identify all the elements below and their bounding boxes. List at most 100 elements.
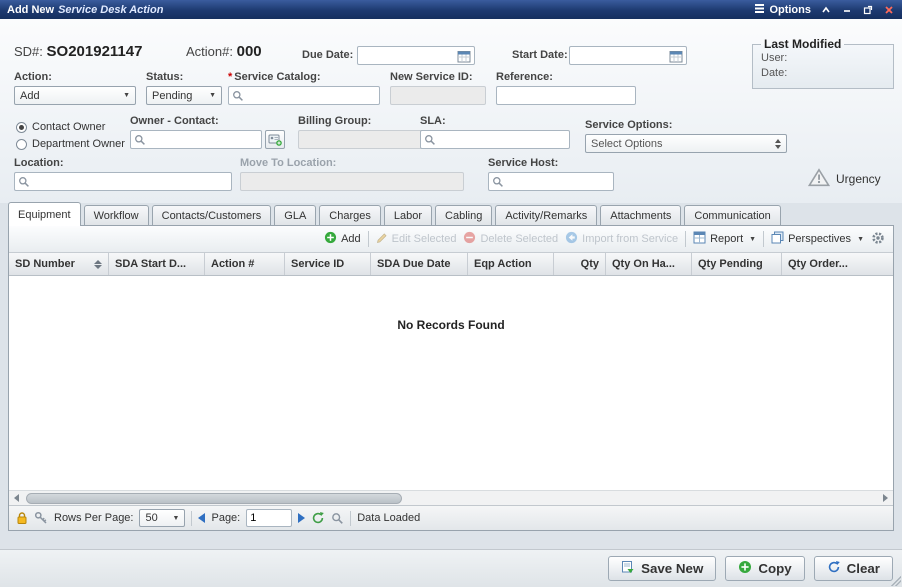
window-title: Service Desk Action <box>58 4 163 16</box>
service-catalog-input[interactable] <box>247 87 376 104</box>
column-label: Qty On Ha... <box>612 258 675 270</box>
key-icon[interactable] <box>34 511 48 525</box>
clear-icon <box>827 560 841 577</box>
add-button[interactable]: Add <box>324 231 361 247</box>
search-records-icon[interactable] <box>331 512 344 525</box>
scrollbar-thumb[interactable] <box>26 493 402 504</box>
sla-input[interactable] <box>439 131 566 148</box>
grid-toolbar: Add Edit Selected Delete Selected Import <box>9 226 893 253</box>
service-catalog-label: Service Catalog: <box>234 71 320 83</box>
rows-per-page-select[interactable]: 50 ▼ <box>139 509 185 527</box>
options-icon <box>754 3 765 17</box>
urgency-indicator[interactable]: Urgency <box>808 168 881 190</box>
pager-bar: Rows Per Page: 50 ▼ Page: Data Loaded <box>9 505 893 530</box>
column-label: Qty Pending <box>698 258 763 270</box>
tab-workflow[interactable]: Workflow <box>84 205 149 226</box>
calendar-icon[interactable] <box>457 49 471 63</box>
column-header-action-number[interactable]: Action # <box>205 253 285 275</box>
updown-arrow-icon <box>767 139 781 149</box>
dropdown-arrow-icon: ▼ <box>857 236 864 243</box>
service-options-group: Service Options: Select Options <box>585 119 787 153</box>
column-header-sda-start-date[interactable]: SDA Start D... <box>109 253 205 275</box>
service-host-input[interactable] <box>507 173 610 190</box>
copy-icon <box>738 560 752 577</box>
move-to-location-input <box>244 173 460 190</box>
service-desk-action-window: Add New Service Desk Action Options <box>0 0 902 587</box>
lock-icon[interactable] <box>16 511 28 525</box>
scroll-left-button[interactable] <box>9 494 24 502</box>
previous-page-button[interactable] <box>198 513 205 523</box>
column-header-qty-pending[interactable]: Qty Pending <box>692 253 782 275</box>
tab-charges[interactable]: Charges <box>319 205 381 226</box>
close-button[interactable] <box>883 4 895 16</box>
sd-number: SD#: SO201921147 <box>14 43 142 60</box>
titlebar-controls: Options <box>754 3 895 17</box>
tab-contacts-customers[interactable]: Contacts/Customers <box>152 205 272 226</box>
department-owner-radio[interactable]: Department Owner <box>16 138 125 150</box>
horizontal-scrollbar[interactable] <box>9 490 893 505</box>
status-select[interactable]: Pending ▼ <box>146 86 222 105</box>
location-input[interactable] <box>33 173 228 190</box>
tab-cabling[interactable]: Cabling <box>435 205 492 226</box>
column-header-qty-on-hand[interactable]: Qty On Ha... <box>606 253 692 275</box>
start-date-input[interactable] <box>573 47 666 64</box>
perspectives-button[interactable]: Perspectives ▼ <box>771 231 864 247</box>
status-label: Status: <box>146 71 222 83</box>
column-header-sda-due-date[interactable]: SDA Due Date <box>371 253 468 275</box>
due-date-input[interactable] <box>361 47 454 64</box>
scrollbar-track[interactable] <box>24 492 878 505</box>
calendar-icon[interactable] <box>669 49 683 63</box>
column-header-service-id[interactable]: Service ID <box>285 253 371 275</box>
column-header-qty[interactable]: Qty <box>554 253 606 275</box>
next-page-button[interactable] <box>298 513 305 523</box>
clear-button[interactable]: Clear <box>814 556 893 581</box>
collapse-button[interactable] <box>820 4 832 16</box>
options-button[interactable]: Options <box>754 3 811 17</box>
scroll-right-button[interactable] <box>878 494 893 502</box>
tab-label: GLA <box>284 210 306 222</box>
contact-owner-radio[interactable]: Contact Owner <box>16 121 125 133</box>
page-number-input[interactable] <box>246 509 292 527</box>
action-field-group: Action: Add ▼ <box>14 71 136 105</box>
grid-settings-button[interactable] <box>871 231 885 248</box>
popout-button[interactable] <box>862 4 874 16</box>
location-label: Location: <box>14 157 232 169</box>
reference-input[interactable] <box>500 87 632 104</box>
minimize-button[interactable] <box>841 4 853 16</box>
owner-contact-input[interactable] <box>149 131 258 148</box>
service-host-field <box>488 172 614 191</box>
empty-message: No Records Found <box>9 318 893 332</box>
status-field-group: Status: Pending ▼ <box>146 71 222 105</box>
move-to-location-group: Move To Location: <box>240 157 464 191</box>
clear-label: Clear <box>847 561 880 576</box>
save-new-button[interactable]: Save New <box>608 556 716 581</box>
column-header-sd-number[interactable]: SD Number <box>9 253 109 275</box>
import-from-service-label: Import from Service <box>582 233 678 245</box>
tab-labor[interactable]: Labor <box>384 205 432 226</box>
column-header-eqp-action[interactable]: Eqp Action <box>468 253 554 275</box>
column-label: Qty Order... <box>788 258 848 270</box>
pencil-icon <box>376 232 388 247</box>
reference-label: Reference: <box>496 71 636 83</box>
action-select[interactable]: Add ▼ <box>14 86 136 105</box>
add-contact-button[interactable] <box>265 130 285 149</box>
tab-communication[interactable]: Communication <box>684 205 780 226</box>
service-options-select[interactable]: Select Options <box>585 134 787 153</box>
resize-grip[interactable] <box>891 576 901 586</box>
report-button[interactable]: Report ▼ <box>693 231 756 247</box>
tab-attachments[interactable]: Attachments <box>600 205 681 226</box>
toolbar-separator <box>685 231 686 247</box>
gear-icon <box>871 231 885 248</box>
billing-group-field <box>298 130 426 149</box>
column-label: Service ID <box>291 258 344 270</box>
column-header-qty-ordered[interactable]: Qty Order... <box>782 253 893 275</box>
sort-arrows-icon <box>88 260 102 269</box>
tab-gla[interactable]: GLA <box>274 205 316 226</box>
tab-activity-remarks[interactable]: Activity/Remarks <box>495 205 597 226</box>
tab-equipment[interactable]: Equipment <box>8 202 81 226</box>
start-date-label: Start Date: <box>512 49 568 61</box>
refresh-icon[interactable] <box>311 511 325 525</box>
service-options-value: Select Options <box>591 138 663 150</box>
copy-button[interactable]: Copy <box>725 556 804 581</box>
rows-per-page-label: Rows Per Page: <box>54 512 133 524</box>
